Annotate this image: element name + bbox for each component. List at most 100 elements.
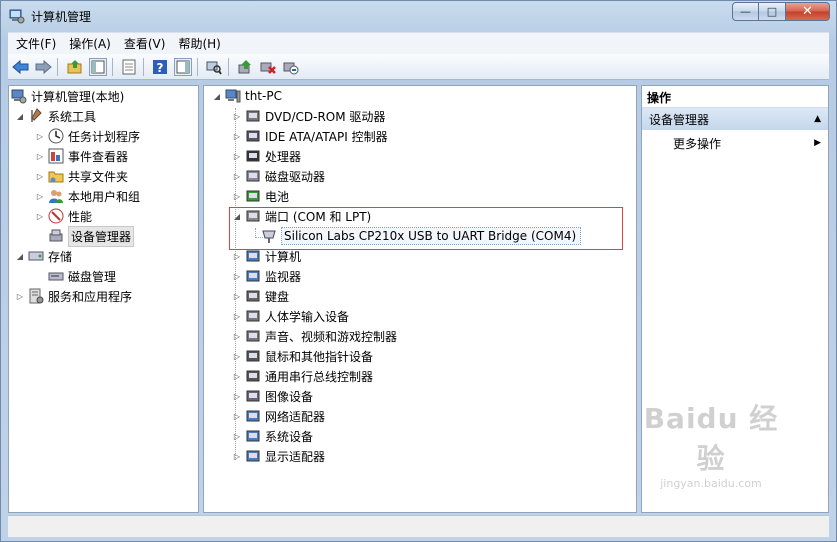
menu-action[interactable]: 操作(A)	[64, 35, 116, 52]
device-category-row[interactable]: ▷ 人体学输入设备	[232, 306, 349, 326]
device-category-row[interactable]: ▷ DVD/CD-ROM 驱动器	[232, 106, 386, 126]
device-category-row[interactable]: ▷ 系统设备	[232, 426, 313, 446]
computer-management-icon	[9, 9, 25, 24]
expand-icon[interactable]: ▷	[232, 392, 242, 401]
device-category-row[interactable]: ▷ 处理器	[232, 146, 301, 166]
collapse-up-icon[interactable]: ▲	[814, 114, 821, 124]
device-category-label: 键盘	[265, 289, 290, 304]
tree-performance[interactable]: ▷ 性能	[35, 206, 92, 226]
more-actions-item[interactable]: 更多操作 ▶	[642, 133, 828, 153]
expand-icon[interactable]: ▷	[232, 372, 242, 381]
device-category-row[interactable]: ▷ 电池	[232, 186, 289, 206]
tree-task-scheduler[interactable]: ▷ 任务计划程序	[35, 126, 140, 146]
tree-event-viewer[interactable]: ▷ 事件查看器	[35, 146, 128, 166]
toolbar: ?	[8, 54, 829, 80]
expand-icon[interactable]: ▷	[232, 452, 242, 461]
expand-icon[interactable]: ▷	[232, 332, 242, 341]
device-category-label: 图像设备	[265, 389, 314, 404]
watermark-brand: Baidu 经验	[643, 402, 779, 475]
console-tree-pane[interactable]: 计算机管理(本地) ◢ 系统工具 ▷ 任务计划程序 ▷ 事件查看器 ▷ 共享文件…	[8, 85, 199, 513]
expand-icon[interactable]: ▷	[232, 312, 242, 321]
tree-device-manager[interactable]: 设备管理器	[48, 225, 135, 247]
update-driver-button[interactable]	[236, 58, 254, 76]
tree-shared-folders[interactable]: ▷ 共享文件夹	[35, 166, 128, 186]
tools-icon	[31, 108, 42, 122]
actions-section-label: 设备管理器	[649, 112, 710, 127]
export-list-button[interactable]	[120, 58, 138, 76]
menu-file[interactable]: 文件(F)	[11, 35, 61, 52]
expand-icon[interactable]: ▷	[232, 412, 242, 421]
imaging-device-icon	[246, 390, 260, 402]
maximize-button[interactable]: □	[759, 2, 786, 21]
network-adapter-icon	[246, 410, 260, 422]
show-action-pane-button[interactable]	[174, 58, 192, 76]
baidu-watermark: Baidu 经验 jingyan.baidu.com	[642, 397, 780, 490]
tree-label: 事件查看器	[68, 149, 129, 164]
device-category-row[interactable]: ▷ 监视器	[232, 266, 301, 286]
uninstall-button[interactable]	[259, 58, 277, 76]
disable-device-button[interactable]	[282, 58, 300, 76]
expand-icon[interactable]: ▷	[232, 192, 242, 201]
expand-icon[interactable]: ▷	[35, 212, 45, 221]
device-category-row[interactable]: ▷ 声音、视频和游戏控制器	[232, 326, 397, 346]
processor-icon	[246, 150, 260, 162]
expand-icon[interactable]: ▷	[35, 132, 45, 141]
expand-icon[interactable]: ▷	[232, 152, 242, 161]
tree-label: 共享文件夹	[68, 169, 129, 184]
watermark-url: jingyan.baidu.com	[660, 477, 762, 490]
tree-services-apps[interactable]: ▷ 服务和应用程序	[15, 286, 132, 306]
title-bar[interactable]: 计算机管理 — □ ✕	[1, 1, 836, 31]
actions-section-device-manager[interactable]: 设备管理器 ▲	[642, 108, 828, 130]
usb-icon	[246, 370, 260, 382]
device-category-row[interactable]: ▷ 磁盘驱动器	[232, 166, 325, 186]
tree-root[interactable]: 计算机管理(本地)	[11, 86, 124, 106]
menu-view[interactable]: 查看(V)	[119, 35, 171, 52]
uninstall-icon	[260, 62, 276, 74]
device-category-label: 通用串行总线控制器	[265, 369, 374, 384]
up-level-button[interactable]	[66, 58, 84, 76]
expand-icon[interactable]: ▷	[232, 172, 242, 181]
device-category-row[interactable]: ▷ 鼠标和其他指针设备	[232, 346, 373, 366]
expand-icon[interactable]: ▷	[232, 252, 242, 261]
device-category-row[interactable]: ▷ 图像设备	[232, 386, 313, 406]
device-category-row[interactable]: ▷ 网络适配器	[232, 406, 325, 426]
forward-button[interactable]	[34, 58, 52, 76]
collapse-icon[interactable]: ◢	[15, 112, 25, 121]
device-category-row[interactable]: ▷ IDE ATA/ATAPI 控制器	[232, 126, 388, 146]
device-category-row[interactable]: ▷ 显示适配器	[232, 446, 325, 466]
expand-icon[interactable]: ▷	[232, 432, 242, 441]
disk-icon	[48, 272, 64, 281]
scan-hardware-button[interactable]	[205, 58, 223, 76]
expand-icon[interactable]: ▷	[35, 172, 45, 181]
expand-icon[interactable]: ▷	[15, 292, 25, 301]
device-category-label: DVD/CD-ROM 驱动器	[265, 109, 386, 124]
tree-label: 任务计划程序	[68, 129, 141, 144]
expand-icon[interactable]: ▷	[232, 112, 242, 121]
tree-disk-management[interactable]: 磁盘管理	[48, 266, 116, 286]
device-category-label: 网络适配器	[265, 409, 326, 424]
expand-icon[interactable]: ▷	[35, 152, 45, 161]
show-hide-tree-button[interactable]	[89, 58, 107, 76]
minimize-button[interactable]: —	[732, 2, 759, 21]
toolbar-separator	[57, 58, 58, 76]
expand-icon[interactable]: ▷	[232, 352, 242, 361]
expand-icon[interactable]: ▷	[232, 292, 242, 301]
tree-local-users[interactable]: ▷ 本地用户和组	[35, 186, 140, 206]
expand-icon[interactable]: ▷	[232, 272, 242, 281]
device-tree-pane[interactable]: ◢ tht-PC ▷ DVD/CD-ROM 驱动器 ▷ IDE ATA/ATAPI 控…	[203, 85, 637, 513]
close-button[interactable]: ✕	[786, 2, 830, 21]
menu-help[interactable]: 帮助(H)	[173, 35, 225, 52]
svg-text:?: ?	[157, 61, 164, 75]
tree-storage[interactable]: ◢ 存储	[15, 246, 72, 266]
expand-icon[interactable]: ▷	[35, 192, 45, 201]
expand-icon[interactable]: ▷	[232, 132, 242, 141]
tree-system-tools[interactable]: ◢ 系统工具	[15, 106, 96, 126]
tree-label: 存储	[48, 249, 73, 264]
collapse-icon[interactable]: ◢	[15, 252, 25, 261]
collapse-icon[interactable]: ◢	[212, 92, 222, 101]
device-tree-root[interactable]: ◢ tht-PC	[212, 86, 282, 106]
help-button[interactable]: ?	[151, 58, 169, 76]
device-category-row[interactable]: ▷ 键盘	[232, 286, 289, 306]
device-category-row[interactable]: ▷ 通用串行总线控制器	[232, 366, 373, 386]
back-button[interactable]	[12, 58, 30, 76]
